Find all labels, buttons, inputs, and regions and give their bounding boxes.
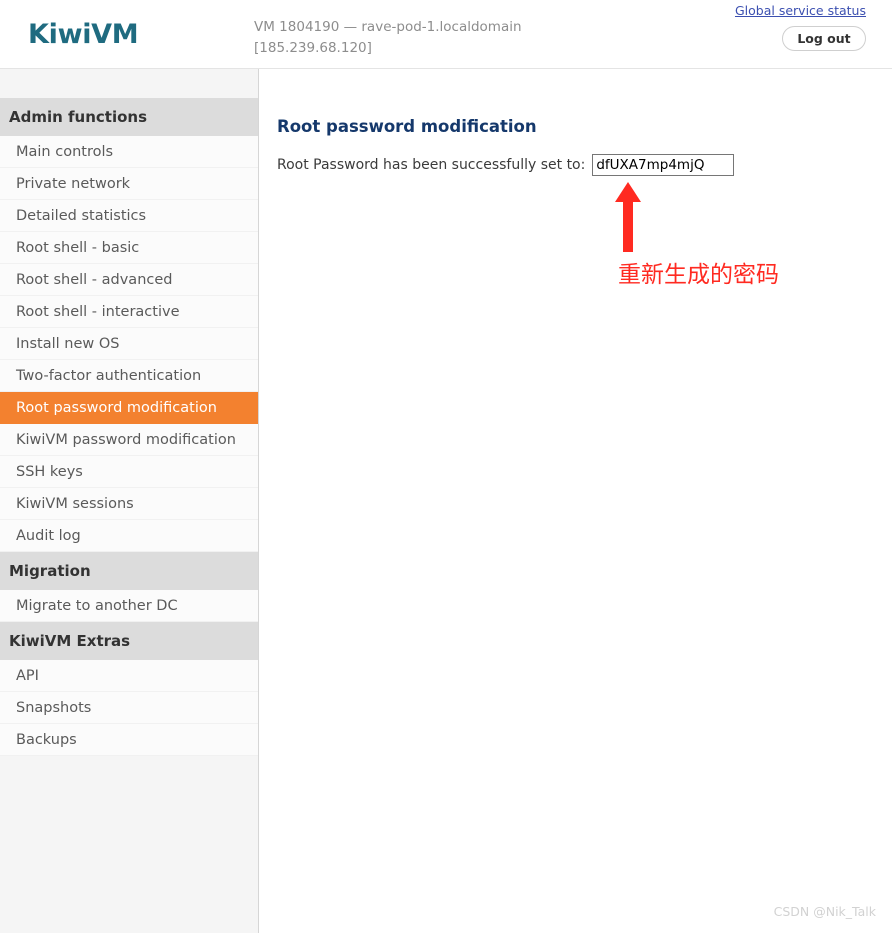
sidebar-item-root-password-modification[interactable]: Root password modification (0, 392, 258, 424)
vm-identifier: VM 1804190 — rave-pod-1.localdomain (254, 19, 522, 35)
sidebar-item-install-new-os[interactable]: Install new OS (0, 328, 258, 360)
sidebar-item-kiwivm-password-modification[interactable]: KiwiVM password modification (0, 424, 258, 456)
sidebar-item-root-shell-basic[interactable]: Root shell - basic (0, 232, 258, 264)
sidebar-item-root-shell-advanced[interactable]: Root shell - advanced (0, 264, 258, 296)
password-result-row: Root Password has been successfully set … (277, 154, 735, 176)
main-content: Root password modification Root Password… (260, 69, 892, 933)
sidebar-item-migrate-to-another-dc[interactable]: Migrate to another DC (0, 590, 258, 622)
annotation-text: 重新生成的密码 (618, 262, 779, 288)
sidebar-nav: Admin functions Main controls Private netw… (0, 69, 259, 933)
app-header: KiwiVM VM 1804190 — rave-pod-1.localdoma… (0, 0, 892, 69)
page-title: Root password modification (277, 117, 537, 136)
sidebar-item-backups[interactable]: Backups (0, 724, 258, 756)
sidebar-item-ssh-keys[interactable]: SSH keys (0, 456, 258, 488)
brand-logo: KiwiVM (28, 19, 139, 50)
sidebar-item-main-controls[interactable]: Main controls (0, 136, 258, 168)
sidebar-item-detailed-statistics[interactable]: Detailed statistics (0, 200, 258, 232)
vm-info: VM 1804190 — rave-pod-1.localdomain [185… (254, 17, 522, 59)
sidebar-item-two-factor-authentication[interactable]: Two-factor authentication (0, 360, 258, 392)
logout-button[interactable]: Log out (782, 26, 866, 51)
root-password-input[interactable] (592, 154, 735, 176)
sidebar-section-header: Migration (0, 552, 258, 590)
global-service-status-link[interactable]: Global service status (735, 3, 866, 18)
sidebar-item-private-network[interactable]: Private network (0, 168, 258, 200)
page-body: Admin functions Main controls Private netw… (0, 69, 892, 933)
sidebar-section-header: Admin functions (0, 98, 258, 136)
annotation-arrow-up-icon (612, 182, 644, 252)
sidebar-item-root-shell-interactive[interactable]: Root shell - interactive (0, 296, 258, 328)
sidebar-item-kiwivm-sessions[interactable]: KiwiVM sessions (0, 488, 258, 520)
sidebar-section-header: KiwiVM Extras (0, 622, 258, 660)
sidebar-item-snapshots[interactable]: Snapshots (0, 692, 258, 724)
sidebar-item-api[interactable]: API (0, 660, 258, 692)
password-result-label: Root Password has been successfully set … (277, 157, 586, 173)
watermark: CSDN @Nik_Talk (773, 904, 876, 919)
sidebar-item-audit-log[interactable]: Audit log (0, 520, 258, 552)
vm-ip-address: [185.239.68.120] (254, 40, 372, 56)
